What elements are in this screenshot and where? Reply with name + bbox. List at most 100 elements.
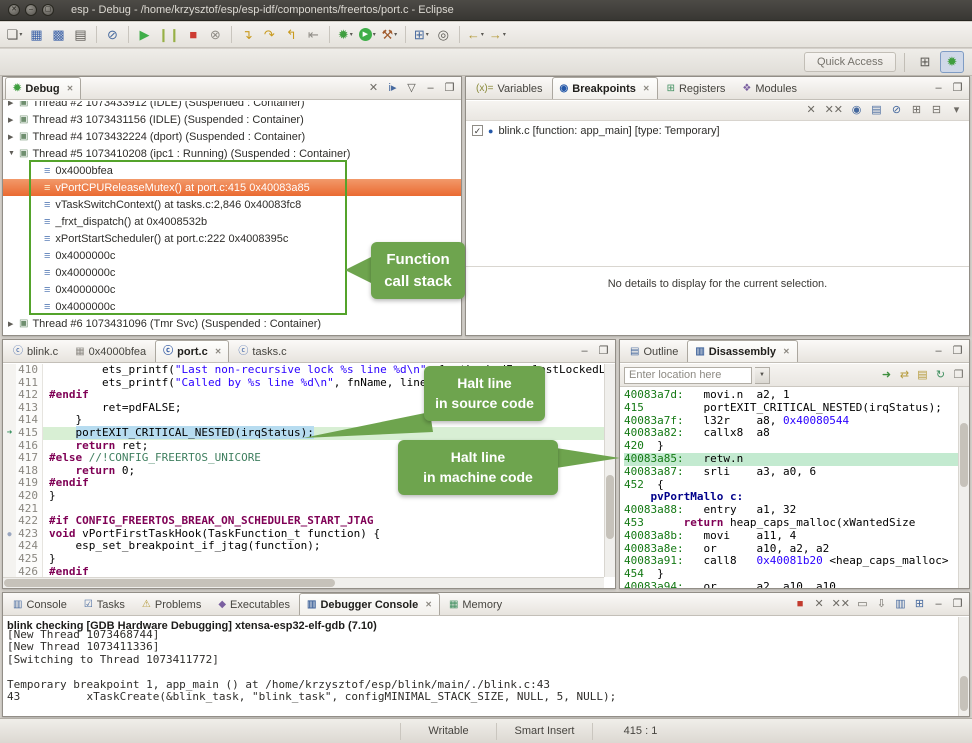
debug-thread-row[interactable]: ▶▣Thread #3 1073431156 (IDLE) (Suspended… [3,111,461,128]
location-input[interactable]: Enter location here [624,367,752,384]
step-into-button[interactable]: ↴ [237,24,258,45]
breakpoint-item[interactable]: ✓ ● blink.c [function: app_main] [type: … [466,122,969,139]
remove-all-breakpoints-icon[interactable]: ✕✕ [825,105,843,116]
view-tab-outline[interactable]: ▤Outline [622,340,686,362]
stack-frame-row[interactable]: ≡0x4000000c [3,298,461,315]
stack-frame-row[interactable]: ≡_frxt_dispatch() at 0x4008532b [3,213,461,230]
print-button[interactable]: ▤ [70,24,91,45]
code-line[interactable]: 425} [3,553,604,566]
minimize-icon[interactable]: – [932,599,945,610]
maximize-button[interactable]: ▢ [42,4,54,16]
editor-horizontal-scrollbar[interactable] [3,577,604,588]
remove-all-terminated-icon[interactable]: ✕ [367,83,380,94]
view-tab-console[interactable]: ▥Console [5,593,75,615]
debug-perspective-button[interactable]: ✹ [940,51,964,73]
open-console-icon[interactable]: ⊞ [913,599,926,610]
maximize-icon[interactable]: ❐ [951,83,964,94]
stack-frame-row[interactable]: ≡vPortCPUReleaseMutex() at port.c:415 0x… [3,179,461,196]
disassembly-vertical-scrollbar[interactable] [958,387,969,588]
disconnect-button[interactable]: ⊗ [205,24,226,45]
step-into-selection-icon[interactable]: i▸ [386,83,399,94]
save-button[interactable]: ▦ [26,24,47,45]
debug-thread-row[interactable]: ▶▣Thread #2 1073433912 (IDLE) (Suspended… [3,101,461,111]
line-number[interactable]: 426 [16,566,43,578]
close-icon[interactable]: ✕ [67,84,74,93]
disassembly-code[interactable]: 40083a7d: movi.n a2, 1415 portEXIT_CRITI… [620,387,958,588]
close-icon[interactable]: ✕ [425,600,432,609]
code-line[interactable]: 424 esp_set_breakpoint_if_jtag(function)… [3,540,604,553]
suspend-button[interactable]: ❙❙ [156,24,182,45]
remove-launch-icon[interactable]: ✕ [813,599,826,610]
step-return-button[interactable]: ↰ [281,24,302,45]
drop-to-frame-button[interactable]: ⇤ [303,24,324,45]
maximize-icon[interactable]: ❐ [597,346,610,357]
maximize-icon[interactable]: ❐ [443,83,456,94]
editor-tab-blink-c[interactable]: ⓒblink.c [5,340,66,362]
view-menu-icon[interactable]: ▾ [950,105,963,116]
view-tab-modules[interactable]: ❖Modules [734,77,805,99]
clear-console-icon[interactable]: ▭ [856,599,869,610]
disassembly-line[interactable]: 40083a87: srli a3, a0, 6 [624,466,958,479]
resume-button[interactable]: ▶ [134,24,155,45]
stack-frame-row[interactable]: ≡0x4000bfea [3,162,461,179]
line-number[interactable]: 412 [16,389,43,402]
remove-breakpoint-icon[interactable]: ✕ [805,105,818,116]
scrollbar-thumb[interactable] [4,579,335,587]
maximize-icon[interactable]: ❐ [951,599,964,610]
forward-button[interactable]: →▾ [487,24,508,45]
close-button[interactable]: ✕ [8,4,20,16]
scroll-lock-icon[interactable]: ⇩ [875,599,888,610]
twisty-collapsed-icon[interactable]: ▶ [8,101,19,107]
editor-tab-port-c[interactable]: ⓒport.c✕ [155,340,229,362]
code-line[interactable]: 426#endif [3,566,604,578]
debug-thread-row[interactable]: ▶▣Thread #6 1073431096 (Tmr Svc) (Suspen… [3,315,461,332]
collapse-all-icon[interactable]: ⊟ [930,105,943,116]
new-button[interactable]: ❏▾ [4,24,25,45]
line-number[interactable]: 420 [16,490,43,503]
save-all-button[interactable]: ▩ [48,24,69,45]
terminate-button[interactable]: ■ [183,24,204,45]
debug-thread-row[interactable]: ▶▣Thread #4 1073432224 (dport) (Suspende… [3,128,461,145]
expand-all-icon[interactable]: ⊞ [910,105,923,116]
debug-thread-row[interactable]: ▼▣Thread #5 1073410208 (ipc1 : Running) … [3,145,461,162]
back-button[interactable]: ←▾ [465,24,486,45]
view-menu-icon[interactable]: ▽ [405,83,418,94]
view-tab-debugger-console[interactable]: ▥Debugger Console✕ [299,593,440,615]
close-icon[interactable]: ✕ [643,84,650,93]
debug-button[interactable]: ✹▾ [335,24,356,45]
twisty-collapsed-icon[interactable]: ▶ [8,320,19,328]
view-tab-disassembly[interactable]: ▥Disassembly✕ [687,340,797,362]
view-tab-memory[interactable]: ▦Memory [441,593,510,615]
view-tab-tasks[interactable]: ☑Tasks [76,593,133,615]
show-source-icon[interactable]: ▤ [916,370,929,381]
console-vertical-scrollbar[interactable] [958,617,969,716]
show-breakpoints-supported-icon[interactable]: ◉ [850,105,863,116]
go-to-file-for-breakpoint-icon[interactable]: ▤ [870,105,883,116]
line-number[interactable]: 410 [16,364,43,377]
minimize-icon[interactable]: – [932,83,945,94]
remove-all-launches-icon[interactable]: ✕✕ [832,599,850,610]
search-button[interactable]: ◎ [433,24,454,45]
display-selected-console-icon[interactable]: ▥ [894,599,907,610]
editor-tab-tasks-c[interactable]: ⓒtasks.c [230,340,294,362]
minimize-icon[interactable]: – [578,346,591,357]
external-tools-button[interactable]: ⚒▾ [379,24,400,45]
view-tab-variables[interactable]: (x)=Variables [468,77,551,99]
step-over-button[interactable]: ↷ [259,24,280,45]
editor-tab-0x4000bfea[interactable]: ▦0x4000bfea [67,340,154,362]
stack-frame-row[interactable]: ≡vTaskSwitchContext() at tasks.c:2,846 0… [3,196,461,213]
minimize-icon[interactable]: – [932,346,945,357]
view-tab-breakpoints[interactable]: ◉Breakpoints✕ [552,77,658,99]
editor-vertical-scrollbar[interactable] [604,364,615,577]
disassembly-line[interactable]: 40083a82: callx8 a8 [624,427,958,440]
view-tab-registers[interactable]: ⊞Registers [659,77,734,99]
disassembly-line[interactable]: 40083a94: or a2, a10, a10 [624,581,958,588]
twisty-expanded-icon[interactable]: ▼ [8,150,19,157]
line-number[interactable]: 422 [16,515,43,528]
open-perspective-button[interactable]: ⊞ [913,51,937,73]
view-tab-debug[interactable]: ✹Debug✕ [5,77,81,99]
location-dropdown-button[interactable]: ▼ [755,367,770,384]
new-wizard-button[interactable]: ⊞▾ [411,24,432,45]
view-tab-problems[interactable]: ⚠Problems [134,593,209,615]
run-button[interactable]: ▶▾ [357,24,378,45]
